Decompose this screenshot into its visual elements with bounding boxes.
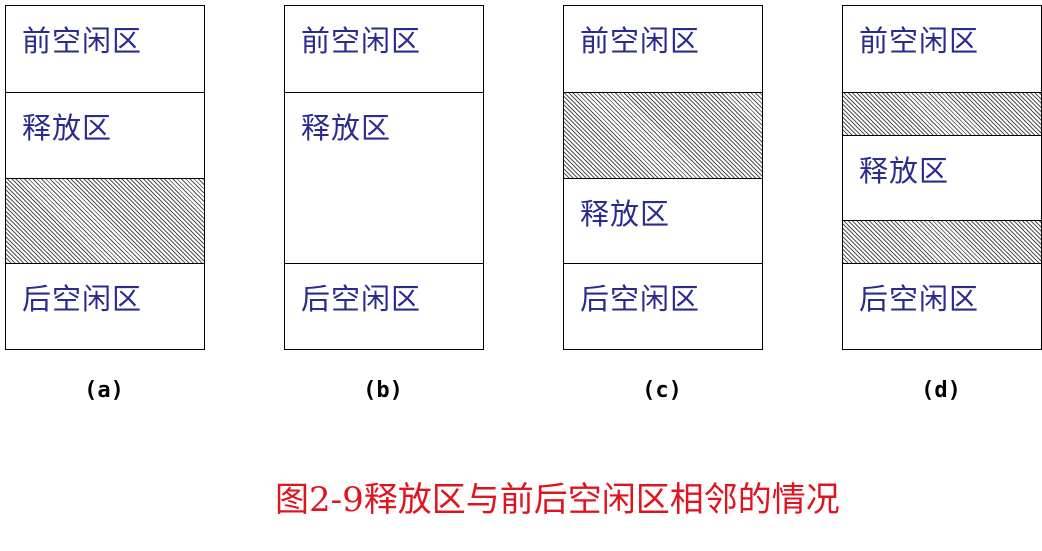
front-free-label: 前空闲区 xyxy=(580,24,701,58)
release-block: 释放区 xyxy=(6,91,204,178)
memory-panel-a: 前空闲区释放区后空闲区 xyxy=(5,5,205,350)
release-label: 释放区 xyxy=(22,110,113,145)
front-free-block: 前空闲区 xyxy=(564,6,762,92)
panel-caption: (a) xyxy=(84,378,124,403)
memory-panel-b: 前空闲区释放区后空闲区 xyxy=(284,5,484,350)
front-free-block: 前空闲区 xyxy=(285,6,483,92)
occupied-block xyxy=(843,91,1041,135)
back-free-block: 后空闲区 xyxy=(285,263,483,349)
panel-caption: (b) xyxy=(363,378,403,403)
front-free-block: 前空闲区 xyxy=(6,6,204,92)
release-block: 释放区 xyxy=(285,91,483,264)
memory-panel-d: 前空闲区释放区后空闲区 xyxy=(842,5,1042,350)
front-free-label: 前空闲区 xyxy=(22,24,143,58)
release-block: 释放区 xyxy=(564,177,762,264)
figure-title: 图2-9释放区与前后空闲区相邻的情况 xyxy=(275,480,840,520)
back-free-label: 后空闲区 xyxy=(301,282,422,317)
back-free-label: 后空闲区 xyxy=(859,282,980,317)
occupied-block xyxy=(6,177,204,264)
panel-caption: (d) xyxy=(921,378,961,403)
memory-panel-c: 前空闲区释放区后空闲区 xyxy=(563,5,763,350)
release-label: 释放区 xyxy=(301,110,392,145)
occupied-block xyxy=(843,220,1041,264)
occupied-block xyxy=(564,91,762,178)
back-free-label: 后空闲区 xyxy=(580,282,701,317)
release-label: 释放区 xyxy=(580,196,671,231)
front-free-label: 前空闲区 xyxy=(301,24,422,58)
back-free-block: 后空闲区 xyxy=(564,263,762,349)
back-free-block: 后空闲区 xyxy=(843,263,1041,349)
front-free-label: 前空闲区 xyxy=(859,24,980,58)
back-free-block: 后空闲区 xyxy=(6,263,204,349)
front-free-block: 前空闲区 xyxy=(843,6,1041,92)
release-label: 释放区 xyxy=(859,153,950,188)
panel-caption: (c) xyxy=(642,378,682,403)
release-block: 释放区 xyxy=(843,134,1041,221)
back-free-label: 后空闲区 xyxy=(22,282,143,317)
